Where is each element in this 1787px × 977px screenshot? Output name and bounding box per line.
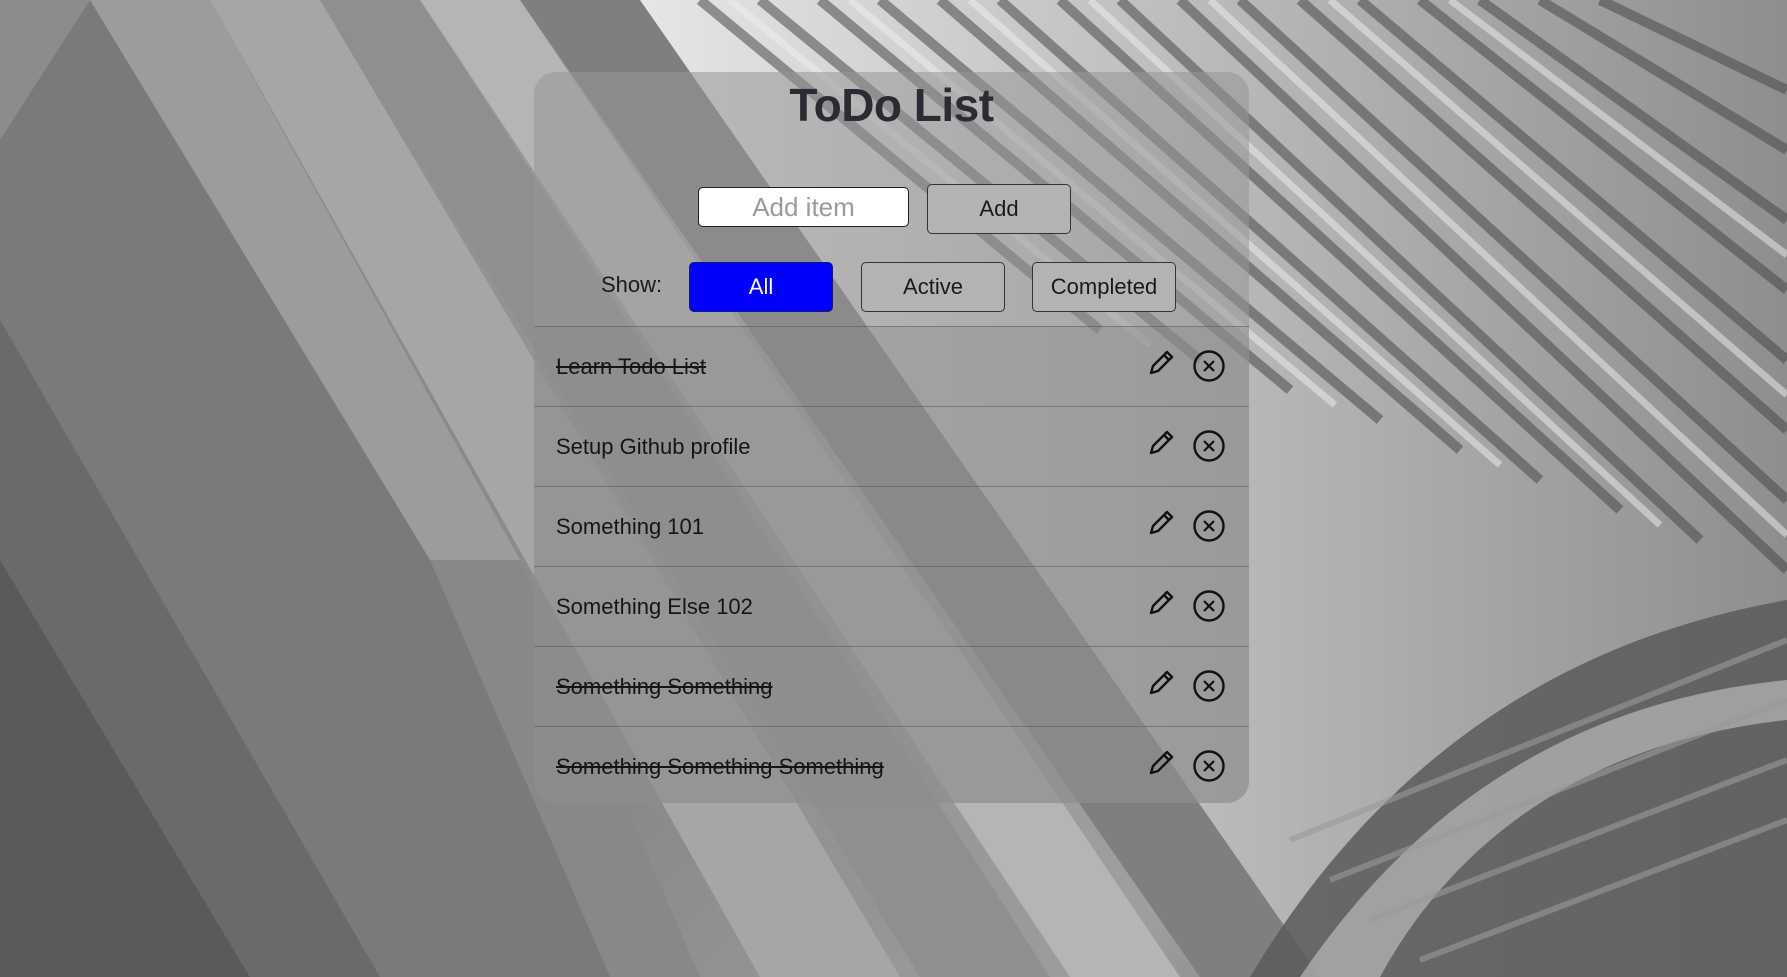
todo-item-text[interactable]: Something Something Something [556, 754, 884, 780]
filter-active-button[interactable]: Active [861, 262, 1005, 312]
close-circle-icon[interactable] [1192, 429, 1226, 463]
close-circle-icon[interactable] [1192, 589, 1226, 623]
pencil-icon[interactable] [1145, 587, 1177, 619]
close-circle-icon[interactable] [1192, 669, 1226, 703]
todo-card: ToDo List Add Show: All Active Completed… [534, 72, 1249, 803]
add-item-input[interactable] [698, 187, 909, 227]
close-circle-icon[interactable] [1192, 509, 1226, 543]
add-button[interactable]: Add [927, 184, 1071, 234]
todo-item[interactable]: Something Else 102 [534, 566, 1249, 646]
pencil-icon[interactable] [1145, 747, 1177, 779]
todo-item[interactable]: Something Something Something [534, 726, 1249, 803]
show-filter-label: Show: [601, 272, 663, 297]
filter-all-button[interactable]: All [689, 262, 833, 312]
pencil-icon[interactable] [1145, 507, 1177, 539]
todo-item[interactable]: Setup Github profile [534, 406, 1249, 486]
pencil-icon[interactable] [1145, 347, 1177, 379]
pencil-icon[interactable] [1145, 427, 1177, 459]
todo-item-text[interactable]: Something 101 [556, 514, 704, 540]
todo-item[interactable]: Something Something [534, 646, 1249, 726]
todo-item-text[interactable]: Something Something [556, 674, 772, 700]
todo-list: Learn Todo List Setup Github profile Som… [534, 326, 1249, 803]
todo-item-text[interactable]: Something Else 102 [556, 594, 753, 620]
pencil-icon[interactable] [1145, 667, 1177, 699]
close-circle-icon[interactable] [1192, 349, 1226, 383]
todo-item[interactable]: Something 101 [534, 486, 1249, 566]
filter-completed-button[interactable]: Completed [1032, 262, 1176, 312]
page-title: ToDo List [789, 79, 994, 131]
todo-item[interactable]: Learn Todo List [534, 326, 1249, 406]
todo-item-text[interactable]: Learn Todo List [556, 354, 706, 380]
close-circle-icon[interactable] [1192, 749, 1226, 783]
todo-item-text[interactable]: Setup Github profile [556, 434, 750, 460]
